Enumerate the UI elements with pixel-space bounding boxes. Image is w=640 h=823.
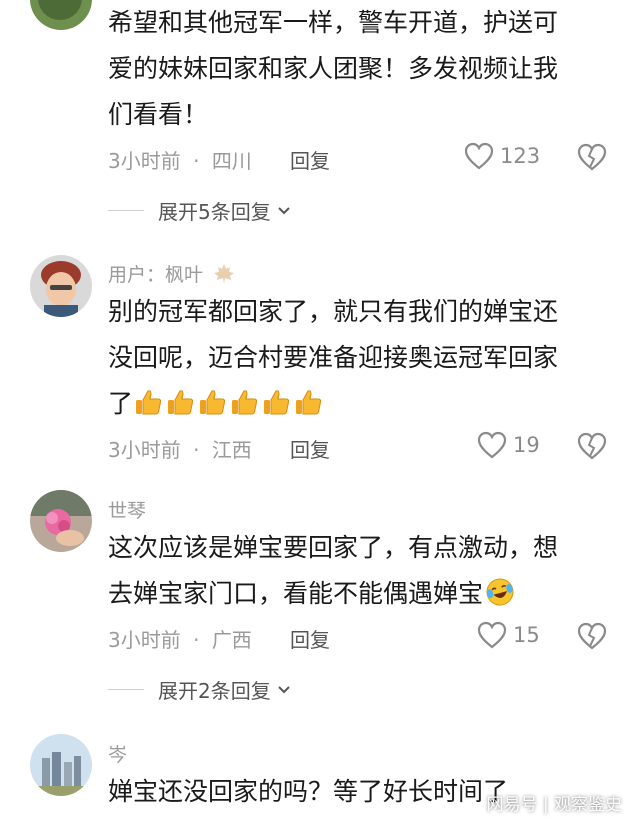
comment-meta: 3小时前 · 四川 <box>108 145 252 174</box>
avatar[interactable] <box>30 734 92 796</box>
comment-location: 四川 <box>211 149 252 173</box>
reply-button[interactable]: 回复 <box>290 145 330 174</box>
thumbs-up-icon <box>168 390 194 415</box>
thumbs-up-icon <box>232 390 258 415</box>
comment-text-line: 没回呢，迈合村要准备迎接奥运冠军回家 <box>108 343 559 372</box>
heart-outline-icon <box>477 431 507 459</box>
comment-text: 去婵宝家门口，看能不能偶遇婵宝 <box>108 579 484 608</box>
heart-outline-icon <box>477 621 507 649</box>
comment-text-line-with-emoji: 了 <box>108 381 325 427</box>
comment-text-line: 希望和其他冠军一样，警车开道，护送可 <box>108 8 559 37</box>
dislike-button[interactable] <box>577 622 607 650</box>
comment-text-line: 别的冠军都回家了，就只有我们的婵宝还 <box>108 297 559 326</box>
avatar-image <box>30 255 92 317</box>
expand-label: 展开5条回复 <box>158 200 271 224</box>
like-button[interactable]: 15 <box>477 621 540 649</box>
like-button[interactable]: 123 <box>464 142 540 170</box>
dislike-button[interactable] <box>577 432 607 460</box>
like-count: 15 <box>513 623 540 647</box>
heart-outline-icon <box>464 142 494 170</box>
broken-heart-icon <box>577 622 607 650</box>
username[interactable]: 岑 <box>108 740 127 767</box>
thumbs-up-icon <box>136 390 162 415</box>
comment-text-line: 婵宝还没回家的吗？等了好长时间了 <box>108 777 509 806</box>
comment-location: 广西 <box>211 628 252 652</box>
broken-heart-icon <box>577 432 607 460</box>
chevron-down-icon <box>278 685 290 693</box>
thumbs-up-icon <box>264 390 290 415</box>
comment-text-line-with-emoji: 去婵宝家门口，看能不能偶遇婵宝 <box>108 571 517 617</box>
expand-replies[interactable]: 展开2条回复 <box>108 675 291 704</box>
broken-heart-icon <box>577 143 607 171</box>
emoji-row <box>133 389 325 418</box>
dislike-button[interactable] <box>577 143 607 171</box>
comment-text-line: 这次应该是婵宝要回家了，有点激动，想 <box>108 533 559 562</box>
avatar-image <box>30 0 92 30</box>
comment-meta: 3小时前 · 江西 <box>108 434 252 463</box>
divider-line <box>108 689 144 690</box>
comment-text-line: 们看看！ <box>108 100 209 129</box>
like-count: 123 <box>500 144 541 168</box>
avatar[interactable] <box>30 490 92 552</box>
avatar[interactable] <box>30 0 92 30</box>
avatar-image <box>30 490 92 552</box>
expand-label: 展开2条回复 <box>158 679 271 703</box>
avatar-image <box>30 734 92 796</box>
username[interactable]: 用户：枫叶 <box>108 260 235 287</box>
comment-time: 3小时前 <box>108 149 181 173</box>
comment-location: 江西 <box>211 438 252 462</box>
like-button[interactable]: 19 <box>477 431 540 459</box>
watermark: 网易号 | 观察鉴史 <box>486 795 622 815</box>
meta-separator: · <box>193 628 200 652</box>
expand-replies[interactable]: 展开5条回复 <box>108 196 291 225</box>
meta-separator: · <box>193 149 200 173</box>
comment-text: 了 <box>108 389 134 418</box>
reply-button[interactable]: 回复 <box>290 624 330 653</box>
divider-line <box>108 210 144 211</box>
chevron-down-icon <box>278 206 290 214</box>
laughing-tears-icon <box>486 578 514 606</box>
comment-text-line: 爱的妹妹回家和家人团聚！多发视频让我 <box>108 54 559 83</box>
username-text: 用户：枫叶 <box>108 264 204 286</box>
thumbs-up-icon <box>200 390 226 415</box>
comment-meta: 3小时前 · 广西 <box>108 624 252 653</box>
meta-separator: · <box>193 438 200 462</box>
thumbs-up-icon <box>296 390 322 415</box>
avatar[interactable] <box>30 255 92 317</box>
like-count: 19 <box>513 433 540 457</box>
comment-time: 3小时前 <box>108 628 181 652</box>
comment-time: 3小时前 <box>108 438 181 462</box>
maple-leaf-icon <box>214 264 235 284</box>
reply-button[interactable]: 回复 <box>290 434 330 463</box>
username[interactable]: 世琴 <box>108 496 146 523</box>
